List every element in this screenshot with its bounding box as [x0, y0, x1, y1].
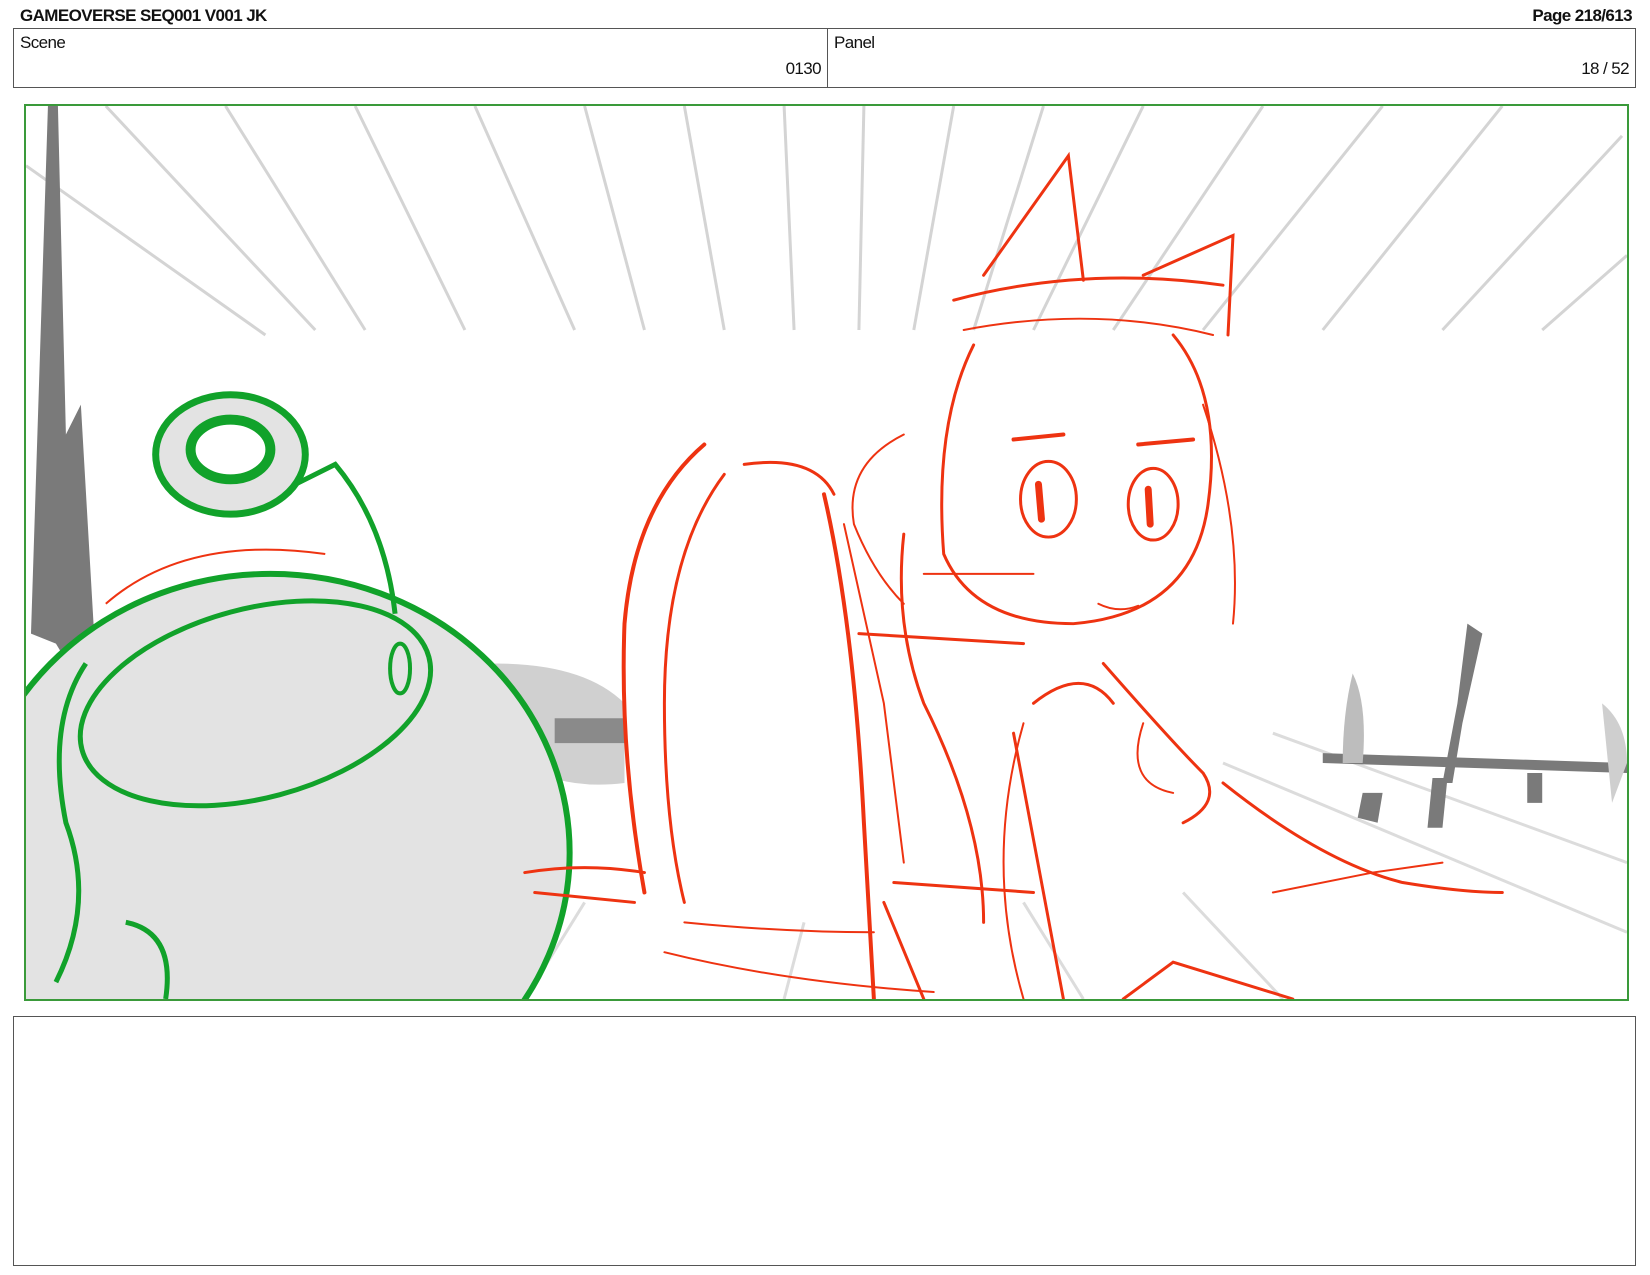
panel-label: Panel: [834, 33, 875, 52]
storyboard-frame: [24, 104, 1629, 1001]
production-title: GAMEOVERSE SEQ001 V001 JK: [20, 6, 267, 25]
scene-number: 0130: [785, 59, 822, 78]
page-number: Page 218/613: [1532, 6, 1632, 25]
storyboard-sketch: [26, 106, 1627, 999]
panel-info-bar: Scene 0130 Panel 18 / 52: [13, 28, 1636, 88]
panel-notes-box: [13, 1016, 1636, 1266]
red-character-sketch: [523, 151, 1504, 999]
panel-number: 18 / 52: [1581, 59, 1629, 78]
scene-cell: Scene 0130: [14, 29, 828, 87]
ceiling-perspective-lines: [26, 106, 1627, 337]
scene-label: Scene: [20, 33, 66, 52]
panel-cell: Panel 18 / 52: [828, 29, 1635, 87]
green-character-sketch: [26, 391, 573, 999]
